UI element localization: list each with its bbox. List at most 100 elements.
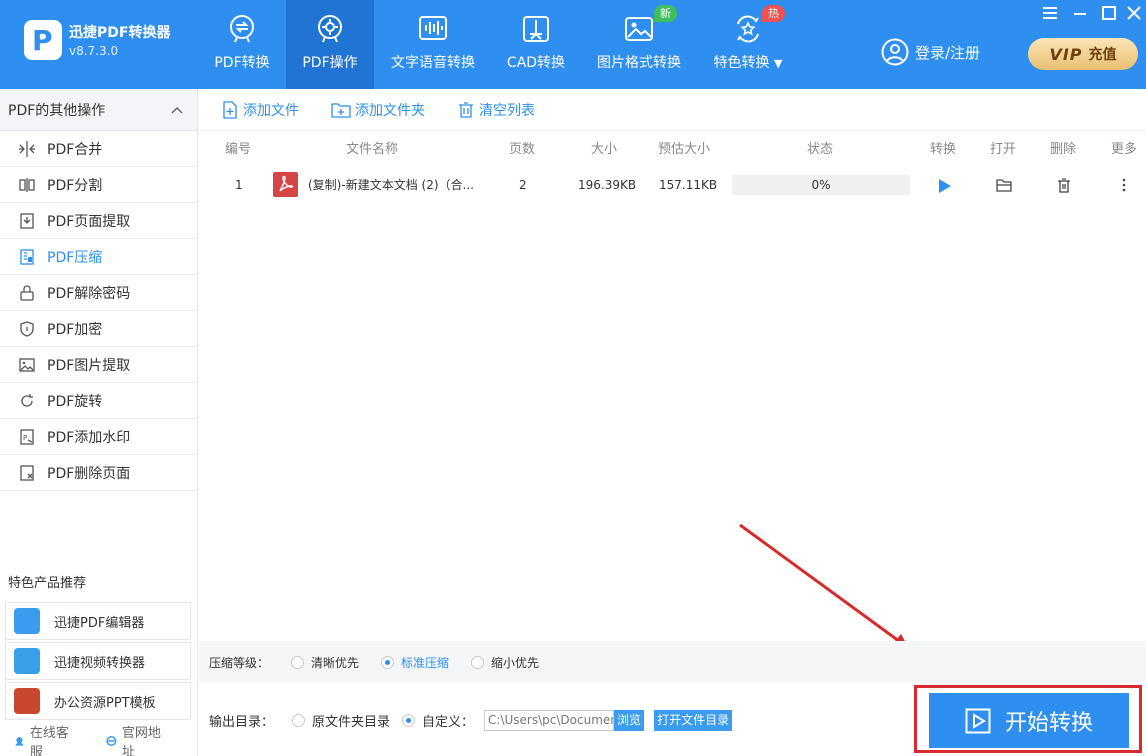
- play-icon[interactable]: [938, 179, 952, 193]
- add-file-button[interactable]: 添加文件: [221, 100, 299, 120]
- split-icon: [19, 177, 35, 192]
- radio-clear-first[interactable]: 清晰优先: [291, 654, 359, 671]
- recommend-ppt-template[interactable]: 办公资源PPT模板: [5, 682, 191, 720]
- sidebar-item-delete-pages[interactable]: PDF删除页面: [0, 455, 197, 491]
- sidebar-item-extract-pages[interactable]: PDF页面提取: [0, 203, 197, 239]
- recommend-video-converter[interactable]: 迅捷视频转换器: [5, 642, 191, 680]
- sidebar-item-watermark[interactable]: P PDF添加水印: [0, 419, 197, 455]
- sidebar-item-split[interactable]: PDF分割: [0, 167, 197, 203]
- chevron-up-icon: [171, 106, 183, 114]
- radio-smaller-first[interactable]: 缩小优先: [471, 654, 539, 671]
- app-version: v8.7.3.0: [69, 44, 119, 58]
- cad-icon: [523, 16, 549, 42]
- new-badge: 新: [654, 5, 677, 22]
- image-icon: [625, 17, 653, 41]
- compress-level-label: 压缩等级：: [209, 655, 270, 670]
- col-estimated-size: 预估大小: [658, 142, 711, 157]
- start-button-highlight: 开始转换: [914, 685, 1142, 753]
- rotate-icon: [21, 393, 33, 407]
- col-open: 打开: [990, 142, 1017, 157]
- image-extract-icon: [19, 357, 35, 372]
- sidebar: PDF的其他操作 PDF合并 PDF分割 PDF页面提取 PDF压缩 PDF解除…: [0, 89, 198, 756]
- unlock-icon: [20, 284, 34, 301]
- file-table-header: 编号 文件名称 页数 大小 预估大小 状态 转换 打开 删除 更多: [199, 134, 1146, 166]
- sidebar-header[interactable]: PDF的其他操作: [0, 89, 197, 131]
- table-row[interactable]: 1 (复制)-新建文本文档 (2)（合... 2 196.39KB 157.11…: [199, 169, 1146, 201]
- radio-custom-folder[interactable]: 自定义：: [402, 711, 474, 730]
- output-label: 输出目录：: [209, 714, 275, 730]
- online-service-link[interactable]: 在线客服: [14, 722, 88, 756]
- pdf-editor-icon: [14, 608, 40, 634]
- tab-pdf-operation[interactable]: PDF操作: [286, 0, 374, 89]
- login-button[interactable]: 登录/注册: [881, 38, 980, 66]
- watermark-icon: P: [20, 428, 34, 445]
- convert-icon: [230, 15, 254, 43]
- add-file-icon: [223, 100, 237, 119]
- row-estimated-size: 157.11KB: [659, 178, 718, 192]
- hot-badge: 热: [762, 5, 785, 22]
- shield-icon: [20, 320, 34, 337]
- browse-button[interactable]: 浏览: [614, 709, 645, 731]
- output-directory: 输出目录： 原文件夹目录 自定义： 浏览 打开文件目录: [199, 684, 919, 756]
- folder-open-icon[interactable]: [996, 178, 1012, 192]
- more-icon[interactable]: [1121, 178, 1127, 192]
- row-size: 196.39KB: [578, 178, 637, 192]
- file-toolbar: 添加文件 添加文件夹 清空列表: [199, 89, 1146, 131]
- sidebar-item-compress[interactable]: PDF压缩: [0, 239, 197, 275]
- annotation-arrow: [739, 523, 911, 652]
- video-converter-icon: [14, 648, 40, 674]
- row-filename: (复制)-新建文本文档 (2)（合...: [308, 178, 474, 192]
- ie-icon: [106, 735, 117, 746]
- sidebar-item-encrypt[interactable]: PDF加密: [0, 311, 197, 347]
- recommend-pdf-editor[interactable]: 迅捷PDF编辑器: [5, 602, 191, 640]
- headset-icon: [15, 736, 24, 746]
- star-swap-icon: [737, 15, 759, 43]
- svg-text:P: P: [23, 434, 27, 442]
- maximize-icon[interactable]: [1100, 4, 1118, 22]
- app-name: 迅捷PDF转换器: [69, 25, 171, 41]
- audio-wave-icon: [419, 16, 447, 40]
- tab-text-speech[interactable]: 文字语音转换: [374, 0, 492, 89]
- clear-list-button[interactable]: 清空列表: [457, 100, 535, 120]
- radio-circle: [291, 655, 305, 669]
- user-icon: [881, 38, 909, 66]
- merge-icon: [19, 140, 35, 157]
- website-link[interactable]: 官网地址: [106, 722, 180, 756]
- tab-image-convert[interactable]: 图片格式转换 新: [580, 0, 698, 89]
- menu-icon[interactable]: [1041, 4, 1059, 22]
- col-size: 大小: [591, 142, 618, 157]
- col-delete: 删除: [1050, 142, 1077, 157]
- add-folder-button[interactable]: 添加文件夹: [331, 100, 425, 120]
- dropdown-arrow-icon: ▼: [773, 57, 783, 70]
- col-index: 编号: [225, 142, 252, 157]
- sidebar-item-extract-images[interactable]: PDF图片提取: [0, 347, 197, 383]
- page-extract-icon: [20, 212, 34, 229]
- start-convert-button[interactable]: 开始转换: [929, 693, 1129, 748]
- tab-cad-convert[interactable]: CAD转换: [492, 0, 580, 89]
- tab-pdf-convert[interactable]: PDF转换: [198, 0, 286, 89]
- app-logo: P: [24, 20, 62, 60]
- open-directory-button[interactable]: 打开文件目录: [654, 709, 733, 731]
- delete-icon[interactable]: [1057, 178, 1071, 193]
- add-folder-icon: [331, 102, 351, 118]
- tab-special-convert[interactable]: 特色转换 ▼ 热: [698, 0, 798, 89]
- col-more: 更多: [1111, 142, 1138, 157]
- radio-standard[interactable]: 标准压缩: [381, 654, 449, 671]
- radio-circle: [292, 713, 306, 727]
- recommend-title: 特色产品推荐: [8, 576, 87, 591]
- radio-circle-selected: [402, 713, 416, 727]
- col-filename: 文件名称: [346, 142, 399, 157]
- sidebar-item-merge[interactable]: PDF合并: [0, 131, 197, 167]
- output-path-input[interactable]: [484, 709, 615, 731]
- vip-recharge-button[interactable]: VIP 充值: [1028, 38, 1138, 70]
- radio-original-folder[interactable]: 原文件夹目录: [292, 711, 390, 730]
- sidebar-item-remove-password[interactable]: PDF解除密码: [0, 275, 197, 311]
- close-icon[interactable]: [1125, 4, 1143, 22]
- radio-circle-selected: [381, 655, 395, 669]
- compress-icon: [20, 248, 34, 265]
- minimize-icon[interactable]: [1071, 4, 1089, 22]
- sidebar-item-rotate[interactable]: PDF旋转: [0, 383, 197, 419]
- row-pages: 2: [519, 178, 527, 192]
- sidebar-footer: 在线客服 官网地址: [0, 725, 198, 756]
- compress-options: 压缩等级： 清晰优先 标准压缩 缩小优先: [199, 641, 1146, 683]
